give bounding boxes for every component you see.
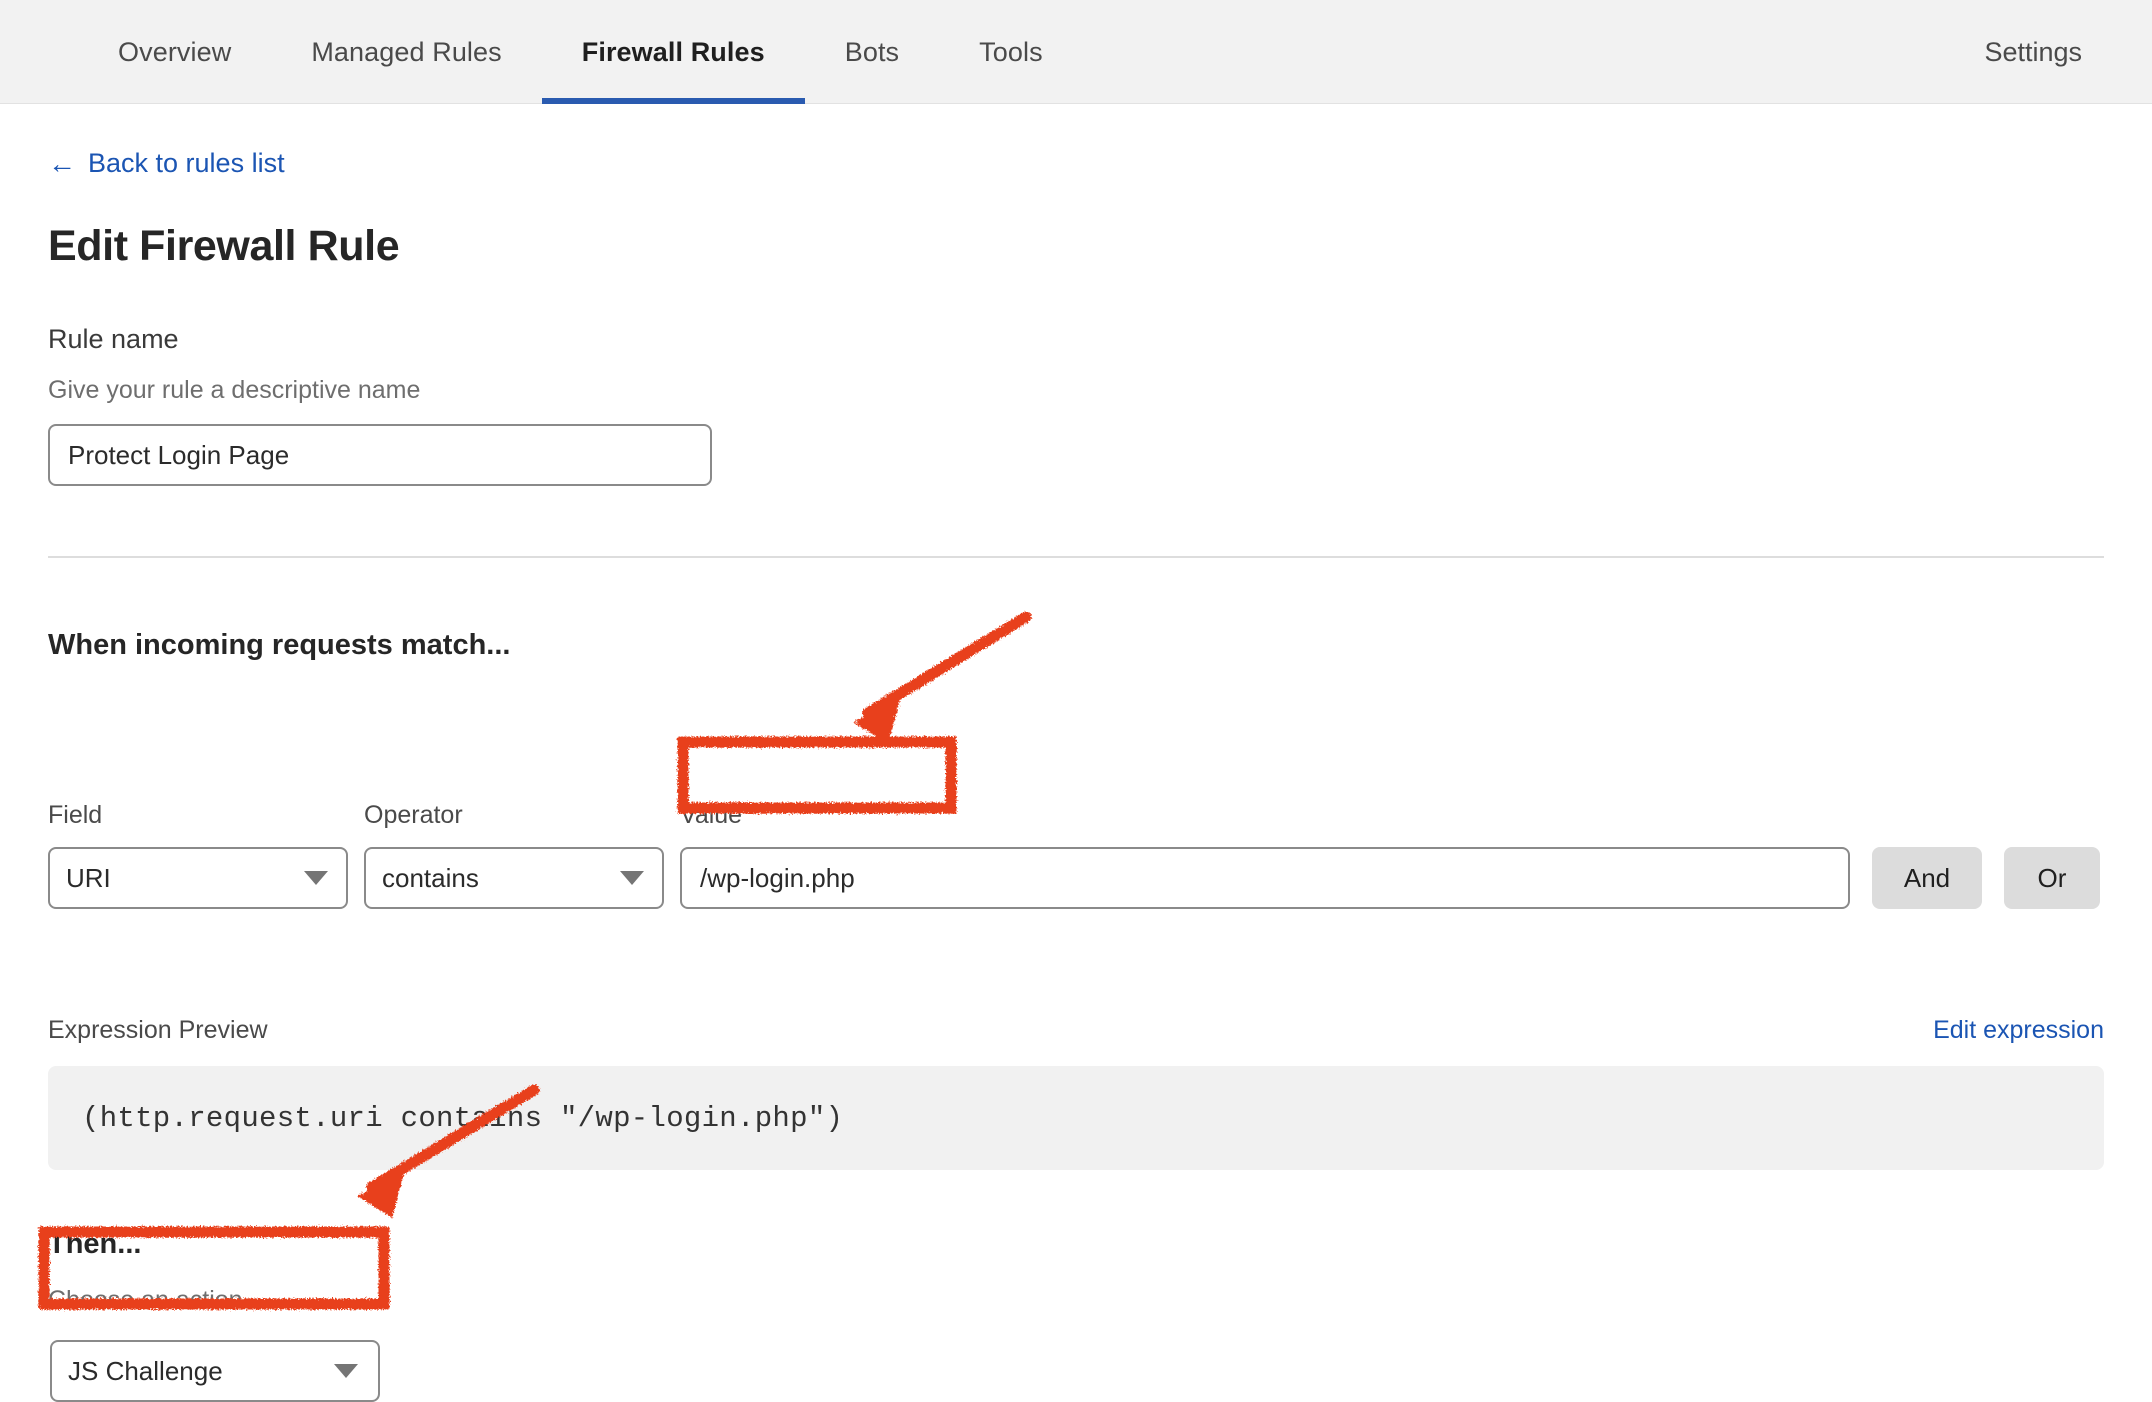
value-column-label: Value [680,801,742,830]
arrow-left-icon: ← [48,150,76,178]
tab-bots[interactable]: Bots [805,0,939,104]
back-to-rules-list-link[interactable]: ← Back to rules list [48,148,285,179]
nav-tab-list: Overview Managed Rules Firewall Rules Bo… [78,0,1083,104]
then-section-heading: Then... [48,1228,141,1261]
top-navigation-bar: Overview Managed Rules Firewall Rules Bo… [0,0,2152,104]
tab-firewall-rules[interactable]: Firewall Rules [542,0,805,104]
field-select-value: URI [66,863,111,894]
value-input[interactable] [680,847,1850,909]
or-button[interactable]: Or [2004,847,2100,909]
action-select[interactable]: JS Challenge [50,1340,380,1402]
rule-name-input[interactable] [48,424,712,486]
operator-select-value: contains [382,863,479,894]
field-select[interactable]: URI [48,847,348,909]
edit-expression-link[interactable]: Edit expression [1933,1016,2104,1045]
chevron-down-icon [304,871,328,885]
arrow-to-value-field [853,617,1026,744]
chevron-down-icon [334,1364,358,1378]
tab-tools-label: Tools [979,37,1043,68]
tab-overview-label: Overview [118,37,231,68]
nav-settings-link[interactable]: Settings [1984,0,2082,104]
action-select-value: JS Challenge [68,1356,223,1387]
match-section-heading: When incoming requests match... [48,629,510,662]
rule-name-hint: Give your rule a descriptive name [48,376,420,405]
choose-action-hint: Choose an action [48,1286,243,1315]
operator-column-label: Operator [364,801,463,830]
field-column-label: Field [48,801,102,830]
chevron-down-icon [620,871,644,885]
tab-bots-label: Bots [845,37,899,68]
tab-firewall-rules-label: Firewall Rules [582,37,765,68]
back-link-label: Back to rules list [88,148,285,179]
expression-preview-label: Expression Preview [48,1016,268,1045]
tab-managed-rules[interactable]: Managed Rules [271,0,541,104]
value-field-highlight-box [683,742,951,808]
and-button[interactable]: And [1872,847,1982,909]
expression-code-text: (http.request.uri contains "/wp-login.ph… [82,1102,843,1135]
expression-preview-box: (http.request.uri contains "/wp-login.ph… [48,1066,2104,1170]
section-divider [48,556,2104,558]
tab-tools[interactable]: Tools [939,0,1083,104]
operator-select[interactable]: contains [364,847,664,909]
rule-name-label: Rule name [48,324,179,355]
page-title: Edit Firewall Rule [48,222,399,271]
tab-overview[interactable]: Overview [78,0,271,104]
tab-managed-rules-label: Managed Rules [311,37,501,68]
nav-settings-label: Settings [1984,37,2082,68]
